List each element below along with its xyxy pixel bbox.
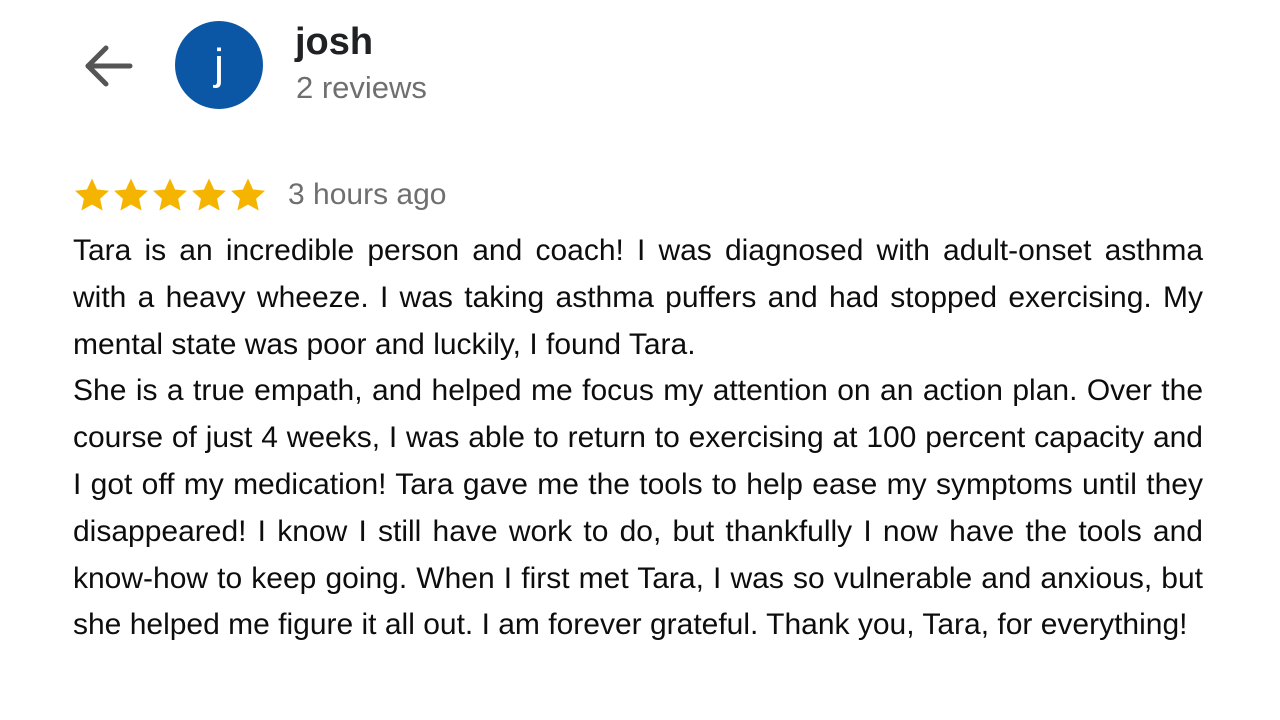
rating-row: 3 hours ago [73, 174, 446, 216]
star-icon [153, 178, 187, 211]
back-button[interactable] [82, 42, 134, 90]
star-icon [192, 178, 226, 211]
review-text: Tara is an incredible person and coach! … [73, 228, 1203, 649]
review-timestamp: 3 hours ago [288, 178, 447, 211]
review-count: 2 reviews [296, 70, 427, 105]
star-rating [73, 176, 268, 214]
user-name[interactable]: josh [295, 20, 373, 64]
review-paragraph: She is a true empath, and helped me focu… [73, 374, 1203, 642]
avatar[interactable]: j [175, 21, 263, 109]
star-icon [231, 178, 265, 211]
star-icon [75, 178, 109, 211]
star-icon [114, 178, 148, 211]
review-paragraph: Tara is an incredible person and coach! … [73, 234, 1203, 361]
arrow-left-icon [85, 45, 133, 87]
